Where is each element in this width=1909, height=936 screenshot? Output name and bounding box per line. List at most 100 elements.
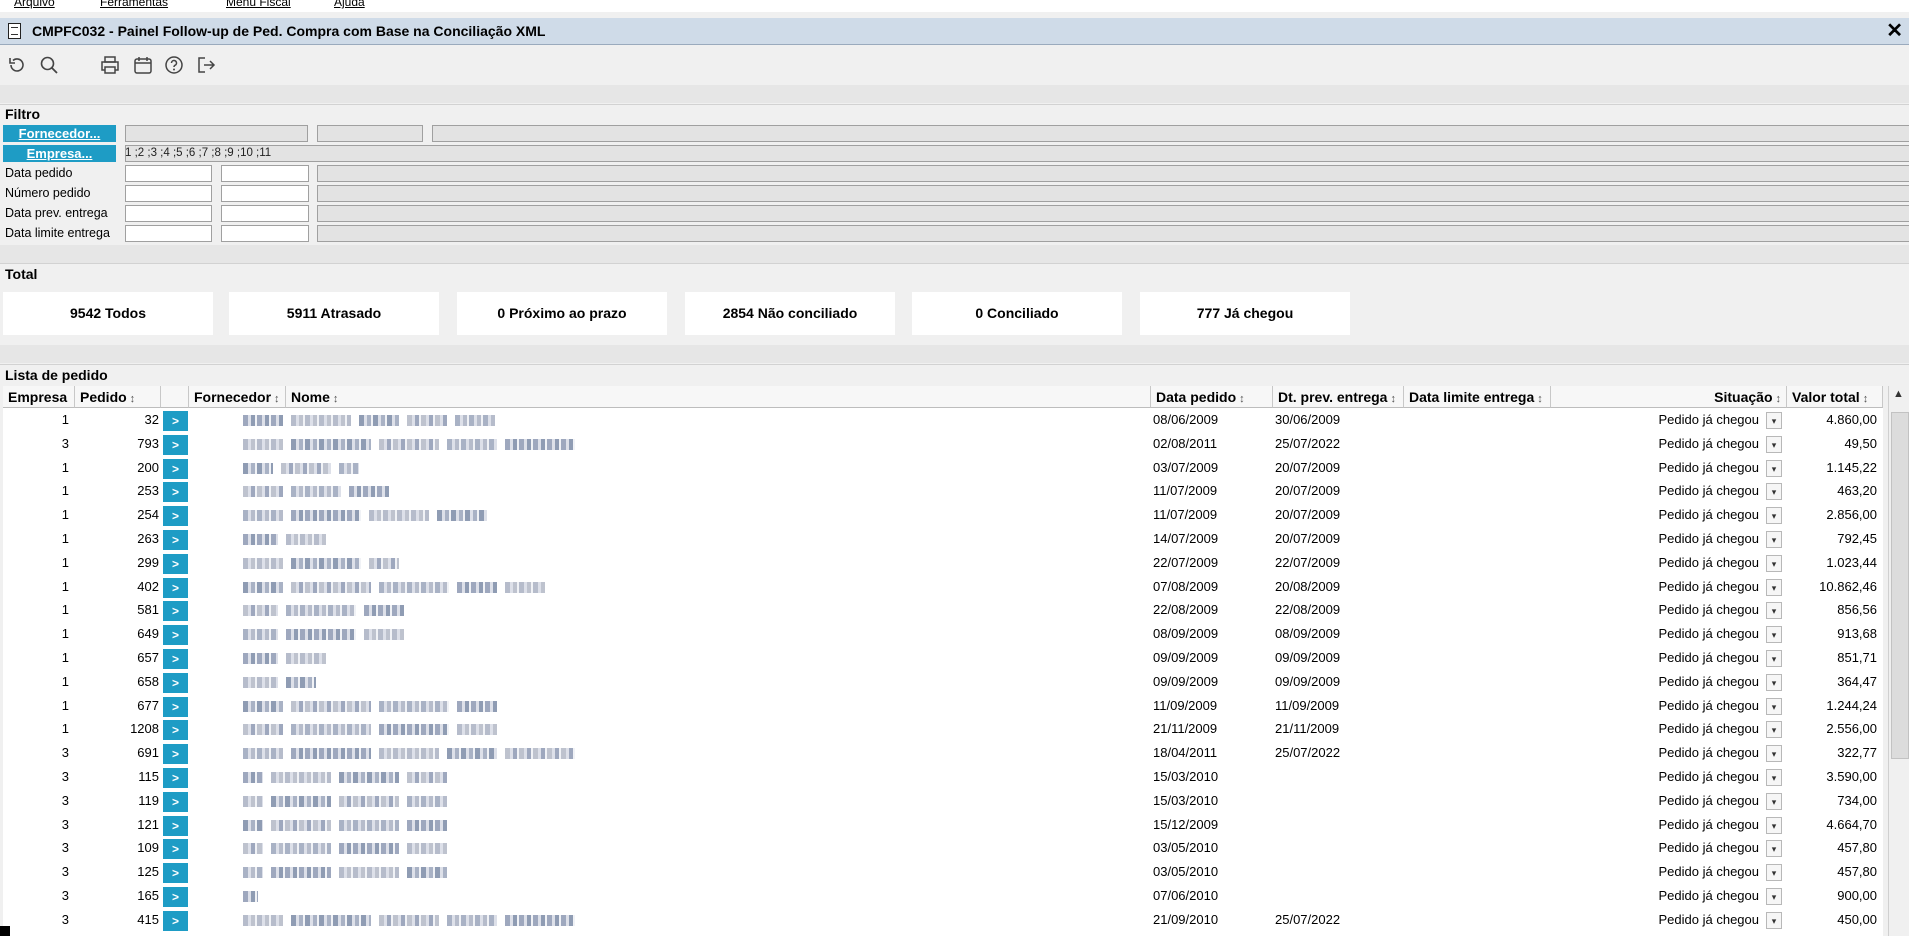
- col-fornecedor[interactable]: Fornecedor ↕: [189, 386, 286, 408]
- open-order-button[interactable]: >: [163, 887, 188, 907]
- open-order-button[interactable]: >: [163, 506, 188, 527]
- table-row[interactable]: 1 402 >07/08/2009 20/08/2009 Pedido já chego…: [3, 576, 1883, 600]
- table-row[interactable]: 1 677 >11/09/2009 11/09/2009 Pedido já chego…: [3, 695, 1883, 719]
- table-row[interactable]: 1 581 >22/08/2009 22/08/2009 Pedido já chego…: [3, 599, 1883, 623]
- menu-fiscal[interactable]: Menu Fiscal: [226, 0, 291, 9]
- print-icon[interactable]: [99, 55, 121, 77]
- search-icon[interactable]: [38, 55, 60, 77]
- open-order-button[interactable]: >: [163, 434, 188, 455]
- table-row[interactable]: 1 299 >22/07/2009 22/07/2009 Pedido já chego…: [3, 552, 1883, 576]
- fornecedor-button[interactable]: Fornecedor...: [3, 125, 116, 142]
- situacao-dropdown-icon[interactable]: ▾: [1766, 554, 1782, 572]
- empresa-field[interactable]: [125, 145, 1909, 162]
- open-order-button[interactable]: >: [163, 577, 188, 598]
- table-row[interactable]: 3 115 >15/03/2010 Pedido já chegou ▾ 3.590,00: [3, 766, 1883, 790]
- scroll-thumb[interactable]: [1891, 412, 1909, 759]
- situacao-dropdown-icon[interactable]: ▾: [1766, 840, 1782, 858]
- table-row[interactable]: 3 121 >15/12/2009 Pedido já chegou ▾ 4.664,70: [3, 814, 1883, 838]
- col-empresa[interactable]: Empresa: [3, 386, 75, 408]
- situacao-dropdown-icon[interactable]: ▾: [1766, 650, 1782, 667]
- table-row[interactable]: 1 32 >08/06/2009 30/06/2009 Pedido já chegou…: [3, 409, 1883, 433]
- situacao-dropdown-icon[interactable]: ▾: [1766, 602, 1782, 620]
- open-order-button[interactable]: >: [163, 553, 188, 574]
- help-icon[interactable]: [163, 55, 185, 77]
- menu-ajuda[interactable]: Ajuda: [334, 0, 365, 9]
- scroll-up-icon[interactable]: ▲: [1893, 388, 1904, 400]
- open-order-button[interactable]: >: [163, 696, 188, 717]
- situacao-dropdown-icon[interactable]: ▾: [1766, 697, 1782, 715]
- col-data-limite-entrega[interactable]: Data limite entrega ↕: [1404, 386, 1551, 408]
- open-order-button[interactable]: >: [163, 720, 188, 741]
- table-row[interactable]: 3 793 >02/08/2011 25/07/2022 Pedido já chego…: [3, 433, 1883, 457]
- fornecedor-code-field[interactable]: [125, 125, 308, 142]
- table-row[interactable]: 3 109 >03/05/2010 Pedido já chegou ▾ 457,80: [3, 837, 1883, 861]
- total-todos[interactable]: 9542 Todos: [3, 292, 213, 335]
- situacao-dropdown-icon[interactable]: ▾: [1766, 745, 1782, 763]
- situacao-dropdown-icon[interactable]: ▾: [1766, 888, 1782, 905]
- open-order-button[interactable]: >: [163, 672, 188, 693]
- situacao-dropdown-icon[interactable]: ▾: [1766, 769, 1782, 786]
- col-pedido[interactable]: Pedido ↕: [75, 386, 161, 408]
- open-order-button[interactable]: >: [163, 482, 188, 503]
- vertical-scrollbar[interactable]: ▲: [1888, 386, 1909, 936]
- table-row[interactable]: 3 119 >15/03/2010 Pedido já chegou ▾ 734,00: [3, 790, 1883, 814]
- open-order-button[interactable]: >: [163, 601, 188, 622]
- numero-pedido-to[interactable]: [221, 185, 309, 202]
- situacao-dropdown-icon[interactable]: ▾: [1766, 483, 1782, 501]
- total-conciliado[interactable]: 0 Conciliado: [912, 292, 1122, 335]
- open-order-button[interactable]: >: [163, 839, 188, 860]
- situacao-dropdown-icon[interactable]: ▾: [1766, 412, 1782, 429]
- exit-icon[interactable]: [195, 55, 217, 77]
- total-proximo-prazo[interactable]: 0 Próximo ao prazo: [457, 292, 667, 335]
- table-row[interactable]: 1 657 >09/09/2009 09/09/2009 Pedido já chego…: [3, 647, 1883, 671]
- data-pedido-from[interactable]: [125, 165, 212, 182]
- data-prev-to[interactable]: [221, 205, 309, 222]
- fornecedor-name-field[interactable]: [432, 125, 1909, 142]
- open-order-button[interactable]: >: [163, 649, 188, 669]
- data-pedido-to[interactable]: [221, 165, 309, 182]
- total-ja-chegou[interactable]: 777 Já chegou: [1140, 292, 1350, 335]
- refresh-icon[interactable]: [6, 55, 28, 77]
- open-order-button[interactable]: >: [163, 768, 188, 788]
- col-nome[interactable]: Nome ↕: [286, 386, 1151, 408]
- table-row[interactable]: 1 1208 >21/11/2009 21/11/2009 Pedido já cheg…: [3, 718, 1883, 742]
- situacao-dropdown-icon[interactable]: ▾: [1766, 864, 1782, 882]
- situacao-dropdown-icon[interactable]: ▾: [1766, 911, 1782, 929]
- total-nao-conciliado[interactable]: 2854 Não conciliado: [685, 292, 895, 335]
- data-prev-from[interactable]: [125, 205, 212, 222]
- situacao-dropdown-icon[interactable]: ▾: [1766, 507, 1782, 525]
- col-dt-prev-entrega[interactable]: Dt. prev. entrega ↕: [1273, 386, 1404, 408]
- open-order-button[interactable]: >: [163, 625, 188, 646]
- table-row[interactable]: 3 125 >03/05/2010 Pedido já chegou ▾ 457,80: [3, 861, 1883, 885]
- situacao-dropdown-icon[interactable]: ▾: [1766, 531, 1782, 548]
- table-row[interactable]: 1 649 >08/09/2009 08/09/2009 Pedido já chego…: [3, 623, 1883, 647]
- situacao-dropdown-icon[interactable]: ▾: [1766, 792, 1782, 810]
- table-row[interactable]: 3 415 >21/09/2010 25/07/2022 Pedido já chego…: [3, 909, 1883, 933]
- situacao-dropdown-icon[interactable]: ▾: [1766, 673, 1782, 691]
- situacao-dropdown-icon[interactable]: ▾: [1766, 435, 1782, 453]
- open-order-button[interactable]: >: [163, 791, 188, 812]
- table-row[interactable]: 1 263 >14/07/2009 20/07/2009 Pedido já chego…: [3, 528, 1883, 552]
- table-row[interactable]: 1 200 >03/07/2009 20/07/2009 Pedido já chego…: [3, 457, 1883, 481]
- table-row[interactable]: 1 658 >09/09/2009 09/09/2009 Pedido já chego…: [3, 671, 1883, 695]
- table-row[interactable]: 1 253 >11/07/2009 20/07/2009 Pedido já chego…: [3, 480, 1883, 504]
- data-limite-from[interactable]: [125, 225, 212, 242]
- situacao-dropdown-icon[interactable]: ▾: [1766, 578, 1782, 596]
- open-order-button[interactable]: >: [163, 411, 188, 431]
- total-atrasado[interactable]: 5911 Atrasado: [229, 292, 439, 335]
- col-data-pedido[interactable]: Data pedido ↕: [1151, 386, 1273, 408]
- menu-arquivo[interactable]: Arquivo: [14, 0, 55, 9]
- calendar-icon[interactable]: [132, 55, 154, 77]
- menu-ferramentas[interactable]: Ferramentas: [100, 0, 168, 9]
- open-order-button[interactable]: >: [163, 863, 188, 884]
- col-situacao[interactable]: Situação ↕: [1551, 386, 1787, 408]
- data-limite-to[interactable]: [221, 225, 309, 242]
- situacao-dropdown-icon[interactable]: ▾: [1766, 626, 1782, 644]
- open-order-button[interactable]: >: [163, 910, 188, 931]
- table-row[interactable]: 3 165 >07/06/2010 Pedido já chegou ▾ 900,00: [3, 885, 1883, 909]
- open-order-button[interactable]: >: [163, 744, 188, 765]
- numero-pedido-from[interactable]: [125, 185, 212, 202]
- situacao-dropdown-icon[interactable]: ▾: [1766, 721, 1782, 739]
- empresa-button[interactable]: Empresa...: [3, 145, 116, 162]
- open-order-button[interactable]: >: [163, 815, 188, 836]
